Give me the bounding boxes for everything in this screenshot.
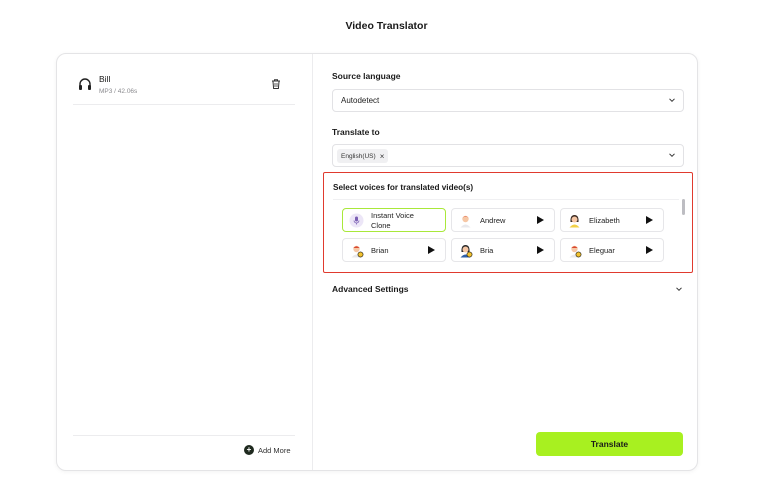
file-list-pane: Bill MP3 / 42.06s + Add More [57, 54, 313, 470]
remove-tag-icon[interactable]: × [380, 152, 385, 161]
voice-name: Bria [480, 246, 494, 255]
page-title: Video Translator [345, 20, 428, 32]
file-meta: MP3 / 42.06s [99, 88, 138, 95]
left-footer-divider [73, 435, 295, 436]
voice-name: Instant Voice Clone [371, 211, 414, 230]
play-icon[interactable] [537, 246, 544, 254]
microphone-icon [349, 213, 364, 228]
voices-title: Select voices for translated video(s) [333, 183, 474, 192]
file-name: Bill [99, 74, 111, 84]
translate-button[interactable]: Translate [536, 432, 683, 456]
voice-name: Brian [371, 246, 389, 255]
play-icon[interactable] [537, 216, 544, 224]
add-more-button[interactable]: + Add More [244, 445, 291, 455]
source-language-value: Autodetect [341, 96, 380, 105]
avatar-icon [460, 215, 471, 228]
file-item[interactable]: Bill MP3 / 42.06s [73, 69, 295, 105]
voice-name: Eleguar [589, 246, 615, 255]
trash-icon[interactable] [269, 77, 283, 91]
play-icon[interactable] [428, 246, 435, 254]
voice-card-bria[interactable]: Bria [451, 238, 555, 262]
source-language-select[interactable]: Autodetect [332, 89, 684, 112]
translate-to-label: Translate to [332, 127, 380, 137]
avatar-icon [569, 215, 580, 228]
avatar-icon [351, 245, 364, 258]
chevron-down-icon [669, 153, 675, 158]
play-icon[interactable] [646, 216, 653, 224]
voice-card-andrew[interactable]: Andrew [451, 208, 555, 232]
voice-name: Elizabeth [589, 216, 620, 225]
translate-to-select[interactable]: English(US) × [332, 144, 684, 167]
language-tag: English(US) × [337, 149, 389, 163]
chevron-down-icon [669, 98, 675, 103]
plus-icon: + [244, 445, 254, 455]
play-icon[interactable] [646, 246, 653, 254]
voice-selection-panel: Select voices for translated video(s) In… [323, 172, 693, 273]
add-more-label: Add More [258, 445, 291, 455]
voice-card-brian[interactable]: Brian [342, 238, 446, 262]
headphones-icon [79, 78, 91, 90]
advanced-settings-toggle[interactable]: Advanced Settings [332, 282, 684, 296]
translator-card: Bill MP3 / 42.06s + Add More Source lang… [56, 53, 698, 471]
advanced-settings-label: Advanced Settings [332, 284, 409, 294]
avatar-icon [460, 245, 473, 258]
voice-grid: Instant Voice Clone Andrew Elizabeth Bri… [333, 199, 679, 267]
source-language-label: Source language [332, 71, 401, 81]
voice-list-scrollbar[interactable] [682, 199, 685, 215]
voice-card-eleguar[interactable]: Eleguar [560, 238, 664, 262]
voice-name: Andrew [480, 216, 506, 225]
voice-card-elizabeth[interactable]: Elizabeth [560, 208, 664, 232]
voice-card-instant-voice-clone[interactable]: Instant Voice Clone [342, 208, 446, 232]
avatar-icon [569, 245, 582, 258]
chevron-down-icon [676, 287, 682, 292]
language-tag-label: English(US) [341, 152, 376, 160]
